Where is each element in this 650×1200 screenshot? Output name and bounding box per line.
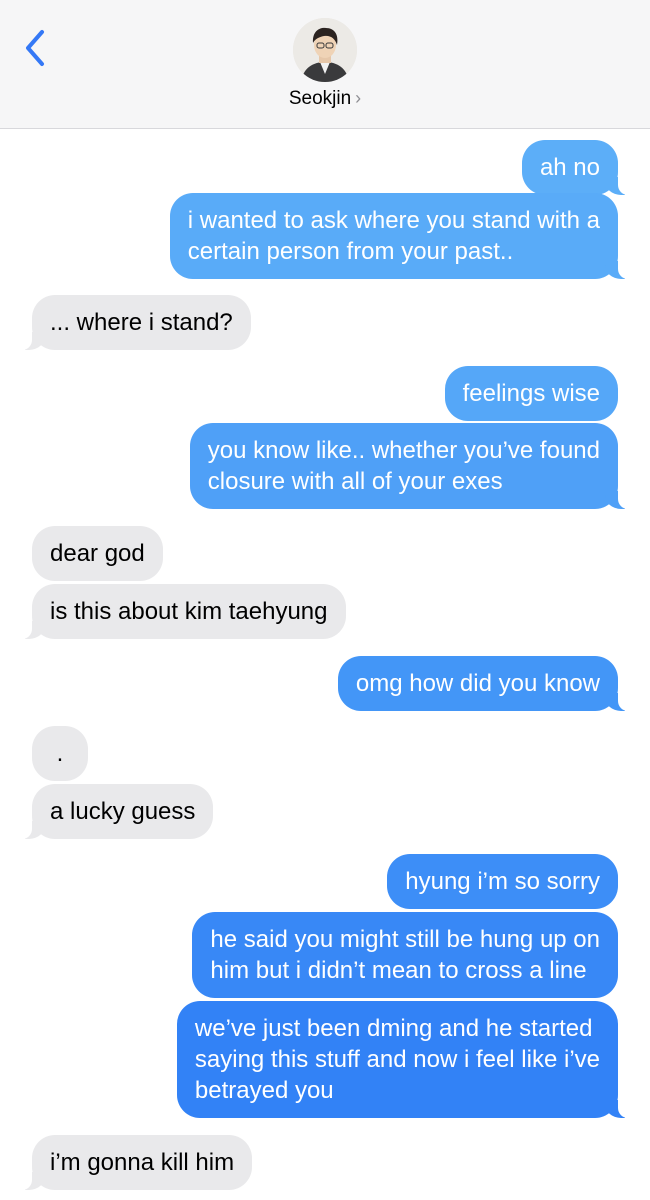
message-bubble[interactable]: omg how did you know <box>337 656 631 711</box>
message-text: ah no <box>539 154 600 181</box>
message-bubble[interactable]: he said you might still be hung up on hi… <box>192 912 618 998</box>
message-line: i wanted to ask where you stand with a <box>187 207 600 234</box>
message-bubble[interactable]: hyung i’m so sorry <box>387 854 618 909</box>
message-line: certain person from your past.. <box>187 238 514 265</box>
message-text: . <box>56 740 64 767</box>
message-text: omg how did you know <box>355 670 600 697</box>
message-bubble[interactable]: feelings wise <box>444 366 618 421</box>
message-line: he said you might still be hung up on <box>210 926 600 953</box>
message-text: i’m gonna kill him <box>50 1149 235 1176</box>
message-bubble[interactable]: i wanted to ask where you stand with a c… <box>169 193 631 279</box>
message-bubble[interactable]: ... where i stand? <box>20 295 251 350</box>
message-text: hyung i’m so sorry <box>405 868 600 895</box>
message-bubble[interactable]: we’ve just been dming and he started say… <box>176 1001 631 1118</box>
contact-photo <box>293 18 357 82</box>
message-text: is this about kim taehyung <box>50 598 328 625</box>
chevron-right-icon: › <box>355 88 362 108</box>
message-bubble[interactable]: you know like.. whether you’ve found clo… <box>189 423 631 509</box>
message-text: dear god <box>50 540 145 567</box>
message-line: you know like.. whether you’ve found <box>207 437 600 464</box>
chevron-left-icon <box>26 30 44 66</box>
message-text: ... where i stand? <box>50 309 233 336</box>
avatar[interactable] <box>293 18 357 82</box>
message-bubble[interactable]: dear god <box>32 526 163 581</box>
back-button[interactable] <box>22 28 54 68</box>
conversation-header: Seokjin › <box>0 0 650 129</box>
message-bubble[interactable]: i’m gonna kill him <box>19 1135 253 1190</box>
message-line: saying this stuff and now i feel like i’… <box>194 1046 600 1073</box>
message-line: closure with all of your exes <box>207 468 503 495</box>
message-text: feelings wise <box>462 380 600 407</box>
contact-name: Seokjin <box>288 88 352 109</box>
message-text: a lucky guess <box>50 798 196 825</box>
message-bubble[interactable]: a lucky guess <box>19 784 214 839</box>
message-bubble[interactable]: . <box>32 726 88 781</box>
message-line: we’ve just been dming and he started <box>194 1015 593 1042</box>
message-line: betrayed you <box>194 1077 334 1104</box>
contact-name-button[interactable]: Seokjin › <box>0 88 650 110</box>
message-bubble[interactable]: is this about kim taehyung <box>20 584 346 639</box>
message-bubble[interactable]: ah no <box>521 140 631 195</box>
message-line: him but i didn’t mean to cross a line <box>210 957 587 984</box>
